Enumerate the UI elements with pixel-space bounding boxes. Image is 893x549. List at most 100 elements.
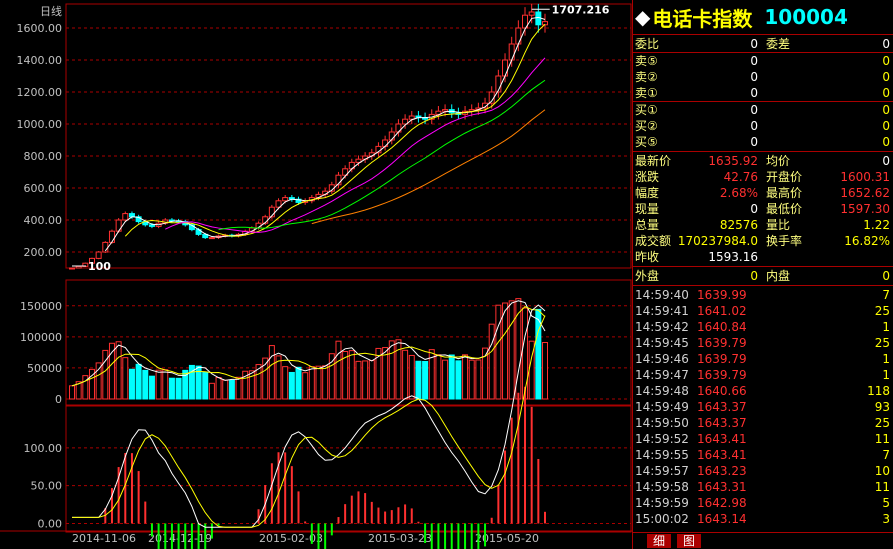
price-tick-label: 600.00 — [24, 182, 63, 195]
quote-row: 现量 0 最低价 1597.30 — [633, 201, 893, 217]
volume-bar — [268, 345, 275, 400]
volume-bar — [162, 369, 169, 400]
volume-bar — [248, 370, 255, 400]
title-flag-icon: ◆ — [635, 5, 651, 29]
quote-row: 最新价 1635.92 均价 0 — [633, 153, 893, 169]
order-label: 卖② — [635, 70, 658, 84]
tick-price: 1640.84 — [697, 320, 747, 334]
date-tick-label: 2015-02-03 — [259, 532, 323, 545]
tick-volume: 7 — [882, 288, 890, 302]
volume-bar — [488, 323, 495, 400]
tick-time: 14:59:55 — [635, 448, 689, 462]
tick-price: 1643.37 — [697, 416, 747, 430]
quote-value: 82576 — [719, 218, 758, 232]
tick-price: 1639.79 — [697, 368, 747, 382]
tick-list[interactable]: 14:59:40 1639.99 7 14:59:41 1641.02 25 14:59:4… — [633, 286, 893, 527]
order-value: 0 — [750, 70, 758, 84]
tick-row: 14:59:50 1643.37 25 — [633, 415, 893, 431]
quote-label: 最高价 — [766, 186, 803, 200]
inner-label: 内盘 — [766, 269, 791, 283]
price-tick-label: 1600.00 — [17, 22, 63, 35]
tick-time: 14:59:57 — [635, 464, 689, 478]
candle-body — [502, 59, 509, 77]
volume-bar — [168, 377, 175, 400]
volume-bar — [135, 363, 142, 400]
tab-detail[interactable]: 细 — [647, 534, 672, 548]
volume-bar — [362, 360, 369, 400]
max-price-label: 1707.216 — [552, 3, 610, 16]
volume-bar — [348, 350, 355, 400]
tick-volume: 1 — [882, 352, 890, 366]
ma-line-10 — [124, 23, 546, 237]
tick-price: 1643.31 — [697, 480, 747, 494]
order-row: 卖⑤ 0 0 — [633, 53, 893, 69]
candle-body — [69, 267, 75, 270]
macd-dif-line — [72, 304, 546, 528]
quote-row: 幅度 2.68% 最高价 1652.62 — [633, 185, 893, 201]
quote-label: 涨跌 — [635, 170, 660, 184]
tick-row: 14:59:41 1641.02 25 — [633, 303, 893, 319]
macd-tick-label: 0.00 — [38, 517, 63, 530]
volume-bar — [475, 359, 482, 400]
price-tick-label: 800.00 — [24, 150, 63, 163]
order-value: 0 — [750, 37, 758, 51]
tick-volume: 11 — [874, 480, 890, 494]
volume-bar — [308, 366, 315, 400]
ma-line-20 — [165, 57, 546, 233]
candle-body — [148, 224, 155, 227]
volume-bar — [228, 379, 235, 400]
volume-tick-label: 100000 — [20, 331, 62, 344]
volume-tick-label: 50000 — [27, 362, 62, 375]
quote-value: 1652.62 — [840, 186, 890, 200]
tick-volume: 93 — [874, 400, 890, 414]
ma-line-5 — [104, 16, 546, 252]
quote-row: 总量 82576 量比 1.22 — [633, 217, 893, 233]
tick-row: 14:59:48 1640.66 118 — [633, 383, 893, 399]
volume-bar — [508, 300, 515, 400]
tick-row: 14:59:57 1643.23 10 — [633, 463, 893, 479]
tick-row: 15:00:02 1643.14 3 — [633, 511, 893, 527]
quote-label: 幅度 — [635, 186, 660, 200]
price-tick-label: 200.00 — [24, 246, 63, 259]
tick-volume: 5 — [882, 496, 890, 510]
tick-row: 14:59:46 1639.79 1 — [633, 351, 893, 367]
macd-tick-label: 50.00 — [31, 480, 63, 493]
volume-bar — [442, 359, 449, 400]
order-row: 买② 0 0 — [633, 118, 893, 134]
quote-value: 2.68% — [719, 186, 758, 200]
candle-body — [528, 11, 535, 16]
candle-body — [208, 237, 215, 240]
volume-bar — [208, 382, 215, 400]
volume-bar — [155, 369, 162, 400]
tick-row: 14:59:42 1640.84 1 — [633, 319, 893, 335]
order-label: 买⑤ — [635, 135, 658, 149]
candle-body — [442, 109, 449, 112]
tick-volume: 7 — [882, 448, 890, 462]
volume-bar — [142, 369, 149, 400]
kline-chart[interactable]: 1600.001400.001200.001000.00800.00600.00… — [0, 0, 632, 549]
candle-body — [382, 139, 389, 147]
volume-bar — [388, 340, 395, 400]
volume-bar — [122, 357, 129, 400]
tick-price: 1643.37 — [697, 400, 747, 414]
volume-bar — [415, 360, 422, 400]
chart-area[interactable]: 1600.00 1400.00 1200.00 1000.00 800.00 600.00… — [0, 0, 632, 549]
order-value: 0 — [882, 86, 890, 100]
quote-value: 1600.31 — [840, 170, 890, 184]
volume-bar — [222, 379, 229, 400]
tick-row: 14:59:49 1643.37 93 — [633, 399, 893, 415]
quote-row: 涨跌 42.76 开盘价 1600.31 — [633, 169, 893, 185]
tick-price: 1640.66 — [697, 384, 747, 398]
volume-bar — [402, 349, 409, 400]
quote-label: 开盘价 — [766, 170, 803, 184]
tick-volume: 25 — [874, 416, 890, 430]
volume-bar — [355, 360, 362, 400]
volume-bar — [495, 304, 502, 400]
volume-bar — [468, 359, 475, 400]
tick-row: 14:59:52 1643.41 11 — [633, 431, 893, 447]
volume-bar — [202, 371, 209, 400]
volume-tick-label: 150000 — [20, 300, 62, 313]
quote-label: 现量 — [635, 202, 660, 216]
quote-stats: 最新价 1635.92 均价 0 涨跌 42.76 开盘价 1600.31 幅度… — [633, 152, 893, 267]
tab-chart[interactable]: 图 — [677, 534, 702, 548]
